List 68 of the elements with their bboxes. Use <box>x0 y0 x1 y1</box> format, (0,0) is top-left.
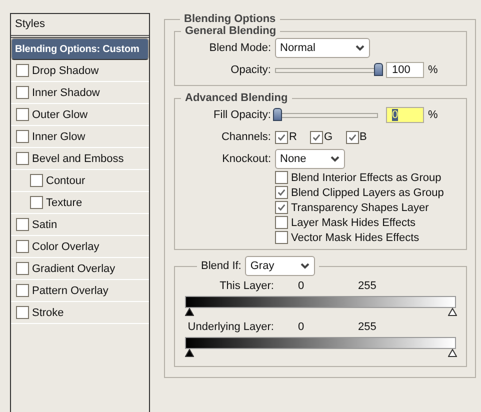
blend-if-dropdown[interactable]: Gray <box>245 256 316 276</box>
checkbox[interactable] <box>16 240 29 253</box>
range-value: 255 <box>358 321 376 333</box>
checkbox[interactable] <box>16 130 29 143</box>
style-item[interactable]: Stroke <box>11 302 149 324</box>
style-item[interactable]: Texture <box>11 192 149 214</box>
group-title: Blending Options <box>183 13 277 25</box>
style-item[interactable]: Bevel and Emboss <box>11 148 149 170</box>
field-label: Knockout: <box>221 153 272 165</box>
checkbox-label: Vector Mask Hides Effects <box>291 232 420 244</box>
style-item[interactable]: Inner Shadow <box>11 82 149 104</box>
slider-thumb[interactable] <box>273 108 282 120</box>
style-item[interactable]: Satin <box>11 214 149 236</box>
caret-icon <box>300 262 310 270</box>
range-value: 0 <box>298 321 304 333</box>
caret-icon <box>355 44 365 52</box>
checkbox-label: G <box>324 131 333 143</box>
range-value: 0 <box>298 280 304 292</box>
field-label: Blend If: <box>201 260 242 272</box>
checkbox[interactable] <box>275 171 288 184</box>
knockout-dropdown[interactable]: None <box>275 149 345 169</box>
checkbox[interactable] <box>16 218 29 231</box>
checkbox[interactable] <box>30 196 43 209</box>
checkbox[interactable] <box>16 64 29 77</box>
field-label: Opacity: <box>230 64 272 76</box>
style-item[interactable]: Color Overlay <box>11 236 149 258</box>
field-label: Channels: <box>220 131 272 143</box>
checkbox-label: Transparency Shapes Layer <box>291 202 429 214</box>
style-item[interactable]: Contour <box>11 170 149 192</box>
checkbox[interactable] <box>16 306 29 319</box>
checkbox[interactable] <box>16 86 29 99</box>
checkbox[interactable] <box>16 284 29 297</box>
unit-label: % <box>428 109 438 121</box>
checkbox[interactable] <box>275 130 288 144</box>
checkbox[interactable] <box>310 130 323 144</box>
style-item[interactable]: Outer Glow <box>11 104 149 126</box>
range-value: 255 <box>358 280 376 292</box>
checkbox-label: Blend Clipped Layers as Group <box>291 186 444 198</box>
checkbox[interactable] <box>16 152 29 165</box>
checkbox-label: Blend Interior Effects as Group <box>291 172 442 184</box>
checkbox[interactable] <box>30 174 43 187</box>
field-label: This Layer: <box>220 280 274 292</box>
checkbox[interactable] <box>275 201 288 214</box>
checkbox-label: B <box>360 131 367 143</box>
field-label: Underlying Layer: <box>188 321 274 333</box>
style-item[interactable]: Drop Shadow <box>11 60 149 82</box>
blend-mode-dropdown[interactable]: Normal <box>275 38 370 58</box>
style-item[interactable]: Blending Options: Custom <box>11 38 149 60</box>
style-item[interactable]: Inner Glow <box>11 126 149 148</box>
style-item[interactable]: Gradient Overlay <box>11 258 149 280</box>
checkbox[interactable] <box>346 130 359 144</box>
slider-thumb[interactable] <box>374 62 383 76</box>
checkbox[interactable] <box>16 108 29 121</box>
fill-opacity-field[interactable]: 0 <box>386 107 424 123</box>
checkbox-label: Layer Mask Hides Effects <box>291 216 416 228</box>
group-title: General Blending <box>184 25 278 37</box>
checkbox[interactable] <box>275 231 288 244</box>
group-title: Advanced Blending <box>184 92 289 104</box>
checkbox[interactable] <box>16 262 29 275</box>
style-item[interactable]: Pattern Overlay <box>11 280 149 302</box>
field-label: Blend Mode: <box>208 42 272 54</box>
opacity-field[interactable]: 100 <box>386 62 424 78</box>
checkbox-label: R <box>289 131 297 143</box>
caret-icon <box>330 155 340 163</box>
checkbox[interactable] <box>275 216 288 229</box>
checkbox[interactable] <box>275 186 288 199</box>
field-label: Fill Opacity: <box>212 109 272 121</box>
unit-label: % <box>428 64 438 76</box>
